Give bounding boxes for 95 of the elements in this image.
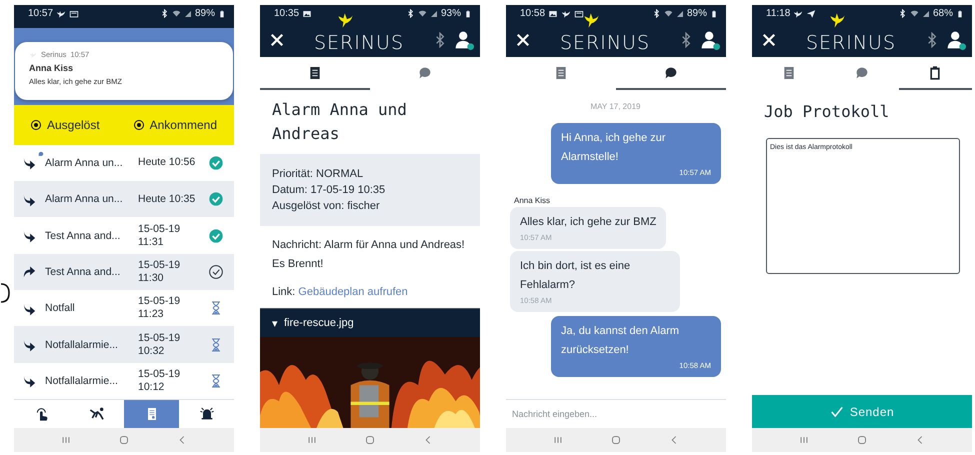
home-icon[interactable]: [609, 433, 623, 447]
alarm-title: Test Anna and...: [45, 266, 122, 278]
send-icon: [806, 8, 816, 18]
history-row[interactable]: Alarm Anna un... Heute 10:56: [14, 144, 234, 182]
card-icon: [574, 8, 584, 18]
app-logo: SERINUS: [806, 32, 896, 54]
history-row[interactable]: Notfallalarmie... 15-05-19 10:32: [14, 326, 234, 363]
battery-icon: [218, 8, 226, 18]
expand-toggle[interactable]: ▾: [272, 316, 278, 330]
filter-option[interactable]: Ankommend: [134, 118, 217, 132]
battery-level: 89%: [194, 8, 215, 19]
alarm-date: 15-05-19 11:23: [138, 295, 182, 322]
app-logo: SERINUS: [314, 32, 404, 54]
alarm-date: 15-05-19 10:32: [138, 332, 182, 358]
clock-time: 10:58: [520, 8, 546, 19]
link-line: Link: Gebäudeplan aufrufen: [271, 285, 409, 300]
home-icon[interactable]: [363, 433, 377, 447]
bird-logo-icon: [337, 12, 354, 28]
alarm-title: Alarm Anna und Andreas: [271, 99, 408, 145]
filter-option[interactable]: Ausgelöst: [30, 118, 100, 132]
history-row[interactable]: Alarm Anna un... Heute 10:35: [14, 181, 234, 218]
notification-title: Anna Kiss: [29, 63, 74, 73]
bird-icon: [561, 8, 572, 18]
message-text: Alles klar, ich gehe zur BMZ: [520, 215, 656, 230]
battery-level: 89%: [686, 8, 707, 19]
chat-icon: [663, 64, 679, 80]
alarm-bell-icon: [198, 406, 214, 422]
alarm-title: Notfall: [45, 302, 76, 314]
bluetooth-icon: [406, 9, 415, 18]
radio-icon[interactable]: [134, 120, 144, 130]
bluetooth-icon: [898, 9, 907, 18]
bluetooth-icon: [160, 9, 169, 18]
image-icon: [302, 8, 312, 18]
falling-person-icon: [88, 406, 104, 422]
alarm-title: Alarm Anna un...: [45, 193, 124, 206]
user-status-icon[interactable]: [454, 30, 474, 50]
home-icon[interactable]: [117, 433, 131, 447]
history-row[interactable]: Notfallalarmie... 15-05-19 10:12: [14, 362, 234, 399]
info-line: Ausgelöst von: fischer: [272, 199, 381, 214]
signal-icon: [676, 10, 684, 18]
message-text: Nachricht: Alarm für Anna und Andreas! Es Brennt!: [271, 238, 466, 272]
battery-icon: [464, 8, 472, 18]
file-name: fire-rescue.jpg: [284, 317, 354, 329]
message-text: Ich bin dort, ist es eine Fehlalarm?: [520, 259, 632, 293]
signal-icon: [184, 10, 192, 18]
battery-level: 68%: [932, 8, 953, 19]
image-icon: [548, 8, 558, 18]
history-row[interactable]: Test Anna and... 15-05-19 11:31: [14, 217, 234, 254]
battery-icon: [956, 8, 964, 18]
history-row[interactable]: Notfall 15-05-19 11:23: [14, 290, 234, 326]
chat-icon: [854, 64, 870, 80]
card-icon: [69, 8, 80, 18]
battery-icon: [710, 8, 718, 18]
message-text: Hi Anna, ich gehe zur Alarmstelle!: [561, 131, 667, 165]
bird-logo-icon: [583, 12, 600, 28]
home-icon[interactable]: [855, 433, 869, 447]
signal-icon: [430, 10, 438, 18]
info-line: Datum: 17-05-19 10:35: [272, 183, 386, 198]
battery-level: 93%: [440, 8, 461, 19]
date-label: MAY 17, 2019: [590, 102, 640, 111]
info-line: Priorität: NORMAL: [272, 167, 364, 182]
check-icon: [830, 404, 844, 418]
app-logo: SERINUS: [560, 32, 650, 54]
chat-icon: [417, 64, 433, 80]
bracket-mark: [0, 283, 10, 303]
alarm-title: Notfallalarmie...: [45, 338, 119, 351]
bird-icon: [56, 8, 66, 18]
alarm-date: 15-05-19 11:30: [138, 258, 182, 285]
history-row[interactable]: Test Anna and... 15-05-19 11:30: [14, 254, 234, 290]
clock-time: 10:57: [28, 8, 54, 19]
bluetooth-icon: [652, 9, 661, 18]
alarm-date: 15-05-19 10:12: [138, 368, 182, 394]
bird-logo-icon: [829, 12, 846, 28]
alarm-date: Heute 10:56: [138, 156, 196, 170]
wifi-icon: [664, 9, 673, 18]
wifi-icon: [172, 9, 181, 18]
wifi-icon: [910, 9, 919, 18]
alarm-date: Heute 10:35: [138, 192, 196, 206]
signal-icon: [922, 10, 930, 18]
attachment-bar[interactable]: ▾ fire-rescue.jpg: [260, 308, 480, 337]
user-status-icon[interactable]: [946, 30, 966, 50]
link[interactable]: Gebäudeplan aufrufen: [298, 286, 408, 298]
message-text: Ja, du kannst den Alarm zurücksetzen!: [561, 324, 680, 358]
clock-time: 11:18: [766, 8, 790, 19]
radio-icon[interactable]: [30, 120, 41, 130]
alarm-title: Alarm Anna un...: [45, 156, 124, 169]
page-title: Job Protokoll: [763, 101, 890, 123]
alarm-date: 15-05-19 11:31: [138, 222, 182, 249]
alarm-title: Notfallalarmie...: [45, 374, 119, 387]
wifi-icon: [418, 9, 427, 18]
user-status-icon[interactable]: [700, 30, 720, 50]
clock-time: 10:35: [274, 8, 300, 19]
bird-icon: [793, 8, 804, 18]
alarm-title: Test Anna and...: [45, 230, 122, 242]
sender-name: Anna Kiss: [514, 196, 552, 205]
